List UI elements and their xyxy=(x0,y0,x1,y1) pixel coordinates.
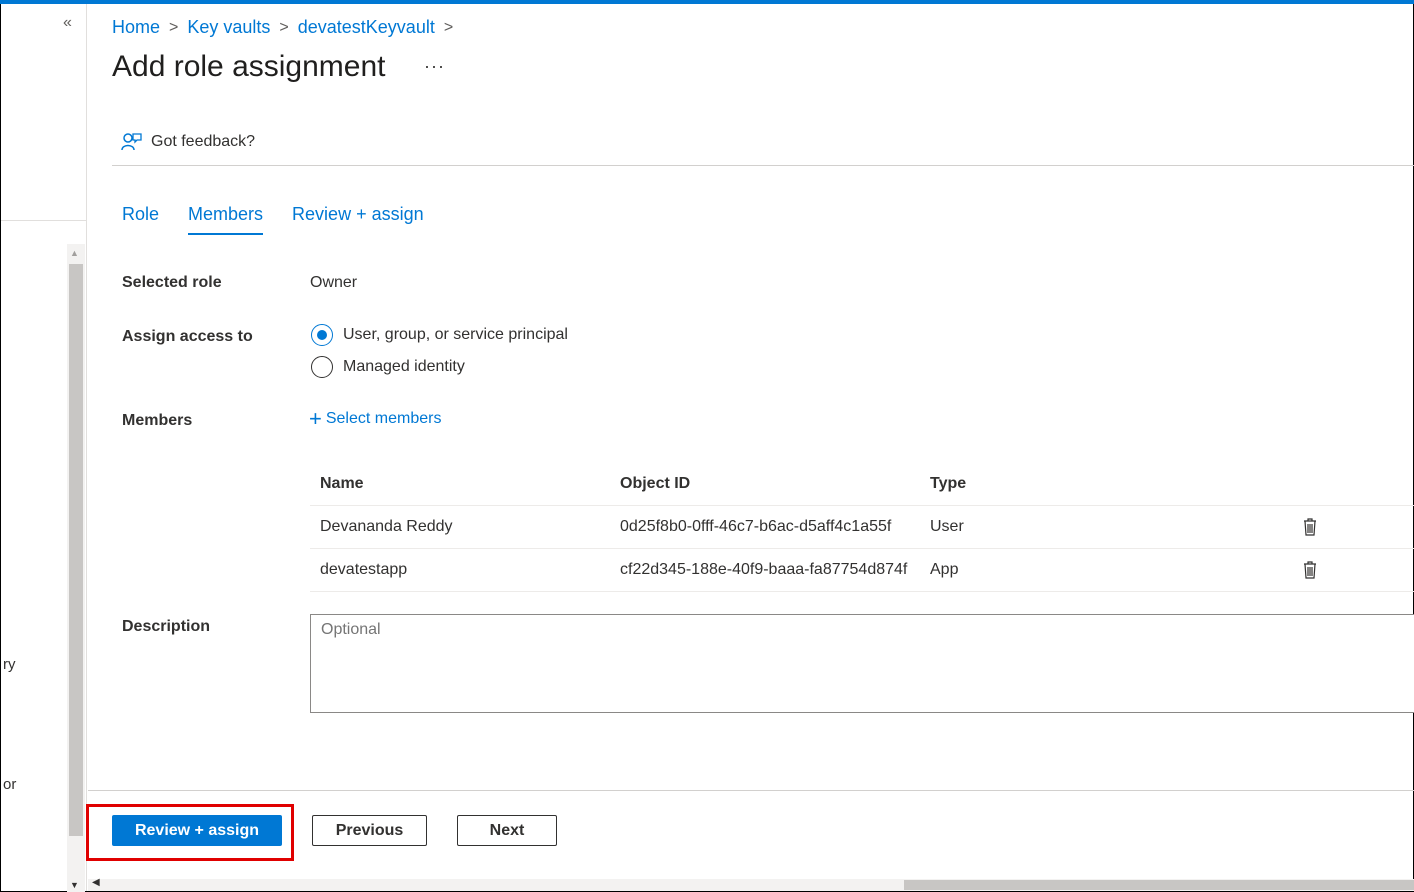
member-type: App xyxy=(930,561,959,578)
breadcrumb-keyvault[interactable]: devatestKeyvault xyxy=(298,17,435,38)
rail-text-fragment: or xyxy=(3,776,17,793)
trash-icon xyxy=(1304,518,1316,536)
members-table: Name Object ID Type Devananda Reddy 0d25… xyxy=(310,463,1414,592)
feedback-label: Got feedback? xyxy=(151,133,256,150)
left-navigation-rail: « ry or ▲ ▼ xyxy=(1,4,87,892)
previous-button[interactable]: Previous xyxy=(312,815,427,846)
scroll-left-icon[interactable]: ◀ xyxy=(92,877,100,888)
tab-members[interactable]: Members xyxy=(188,204,264,235)
feedback-button[interactable]: Got feedback? xyxy=(120,131,255,153)
delete-member-button[interactable] xyxy=(1230,518,1390,536)
select-members-link[interactable]: + Select members xyxy=(309,408,441,430)
highlight-box xyxy=(86,804,294,861)
members-label: Members xyxy=(122,412,193,429)
plus-icon: + xyxy=(309,406,322,431)
scroll-up-icon[interactable]: ▲ xyxy=(70,248,79,258)
radio-user-group-sp[interactable]: User, group, or service principal xyxy=(311,324,568,346)
description-label: Description xyxy=(122,618,211,635)
breadcrumb: Home > Key vaults > devatestKeyvault > xyxy=(112,17,462,38)
tab-role[interactable]: Role xyxy=(122,204,159,235)
assign-access-label: Assign access to xyxy=(122,328,253,345)
column-header-name: Name xyxy=(320,475,364,492)
collapse-sidebar-icon[interactable]: « xyxy=(63,14,72,32)
next-button[interactable]: Next xyxy=(457,815,557,846)
column-header-type: Type xyxy=(930,475,967,492)
radio-label: User, group, or service principal xyxy=(343,326,568,343)
trash-icon xyxy=(1304,561,1316,579)
selected-role-label: Selected role xyxy=(122,274,222,291)
scrollbar-thumb[interactable] xyxy=(69,264,83,836)
chevron-right-icon: > xyxy=(279,18,289,36)
tab-review-assign[interactable]: Review + assign xyxy=(292,204,424,235)
radio-managed-identity[interactable]: Managed identity xyxy=(311,356,465,378)
breadcrumb-key-vaults[interactable]: Key vaults xyxy=(187,17,270,38)
more-options-icon[interactable]: ··· xyxy=(424,56,445,77)
radio-checked-icon xyxy=(311,324,333,346)
horizontal-scrollbar[interactable]: ◀ xyxy=(88,877,1414,891)
member-object-id: 0d25f8b0-0fff-46c7-b6ac-d5aff4c1a55f xyxy=(620,518,892,535)
selected-role-value: Owner xyxy=(310,274,358,291)
header-divider xyxy=(112,165,1414,166)
feedback-icon xyxy=(121,133,142,151)
table-row: Devananda Reddy 0d25f8b0-0fff-46c7-b6ac-… xyxy=(310,506,1414,549)
footer-divider xyxy=(88,790,1414,791)
radio-unchecked-icon xyxy=(311,356,333,378)
radio-label: Managed identity xyxy=(343,358,465,375)
select-members-label: Select members xyxy=(325,410,442,427)
page-title: Add role assignment xyxy=(112,50,386,83)
rail-divider xyxy=(1,220,87,221)
chevron-right-icon: > xyxy=(169,18,179,36)
column-header-object-id: Object ID xyxy=(620,475,691,492)
scroll-down-icon[interactable]: ▼ xyxy=(70,880,79,890)
member-object-id: cf22d345-188e-40f9-baaa-fa87754d874f xyxy=(620,561,908,578)
member-type: User xyxy=(930,518,964,535)
rail-text-fragment: ry xyxy=(3,656,16,673)
scrollbar-thumb[interactable] xyxy=(904,880,1414,890)
breadcrumb-home[interactable]: Home xyxy=(112,17,160,38)
table-row: devatestapp cf22d345-188e-40f9-baaa-fa87… xyxy=(310,549,1414,592)
top-accent-bar xyxy=(0,0,1414,4)
table-header-row: Name Object ID Type xyxy=(310,463,1414,506)
wizard-tabs: Role Members Review + assign xyxy=(122,204,453,235)
rail-scrollbar[interactable]: ▲ ▼ xyxy=(67,244,85,892)
member-name: Devananda Reddy xyxy=(320,518,453,535)
delete-member-button[interactable] xyxy=(1230,561,1390,579)
description-textarea[interactable] xyxy=(310,614,1414,713)
member-name: devatestapp xyxy=(320,561,408,578)
chevron-right-icon: > xyxy=(443,18,454,36)
